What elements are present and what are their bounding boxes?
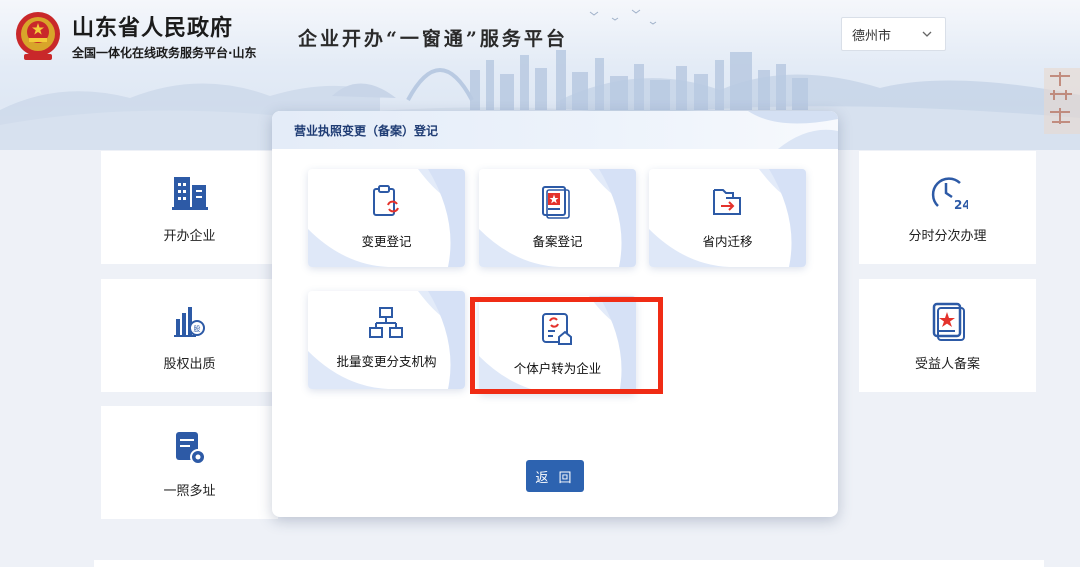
doc-home-refresh-icon bbox=[542, 313, 572, 345]
tile-label: 股权出质 bbox=[163, 357, 216, 372]
city-select-value: 德州市 bbox=[852, 28, 892, 44]
gov-subtitle: 全国一体化在线政务服务平台·山东 bbox=[72, 46, 257, 60]
org-tree-icon bbox=[369, 307, 403, 338]
option-label: 个体户转为企业 bbox=[513, 361, 602, 376]
equity-chart-icon: 股 bbox=[168, 299, 212, 343]
clock-24-icon: 24 bbox=[926, 171, 970, 215]
doc-gear-icon bbox=[168, 426, 212, 470]
svg-text:24: 24 bbox=[954, 198, 968, 212]
national-emblem-logo bbox=[16, 12, 60, 60]
chevron-down-icon bbox=[922, 31, 932, 37]
option-filing-registration[interactable]: 备案登记 bbox=[479, 169, 636, 267]
svg-text:股: 股 bbox=[193, 325, 200, 333]
tile-label: 分时分次办理 bbox=[908, 229, 987, 244]
option-intra-province-migration[interactable]: 省内迁移 bbox=[649, 169, 806, 267]
license-change-modal: 营业执照变更（备案）登记 变更登记 备案登记 省内迁移 批量变更分支机构 个体户… bbox=[272, 111, 838, 517]
option-label: 批量变更分支机构 bbox=[336, 354, 437, 369]
city-select[interactable]: 德州市 bbox=[841, 17, 946, 51]
header-swoosh-decoration bbox=[748, 111, 838, 149]
folder-arrow-icon bbox=[713, 189, 741, 215]
star-doc-icon bbox=[542, 186, 570, 219]
option-label: 省内迁移 bbox=[702, 234, 753, 249]
building-icon bbox=[168, 171, 212, 215]
modal-header: 营业执照变更（备案）登记 bbox=[272, 111, 838, 149]
gov-title: 山东省人民政府 bbox=[72, 16, 234, 41]
option-batch-branch-change[interactable]: 批量变更分支机构 bbox=[308, 291, 465, 389]
option-label: 变更登记 bbox=[361, 234, 412, 249]
option-individual-to-enterprise[interactable]: 个体户转为企业 bbox=[479, 296, 636, 394]
back-button[interactable]: 返 回 bbox=[526, 460, 584, 492]
tile-multi-address[interactable]: 一照多址 bbox=[101, 406, 278, 519]
tile-label: 受益人备案 bbox=[914, 357, 980, 372]
tile-start-business[interactable]: 开办企业 bbox=[101, 151, 278, 264]
footer-strip bbox=[94, 560, 1044, 567]
clipboard-refresh-icon bbox=[373, 185, 399, 216]
calligraphy-decoration bbox=[1044, 68, 1080, 134]
tile-label: 一照多址 bbox=[163, 484, 216, 499]
option-change-registration[interactable]: 变更登记 bbox=[308, 169, 465, 267]
option-label: 备案登记 bbox=[532, 234, 583, 249]
tile-label: 开办企业 bbox=[163, 229, 216, 244]
tile-timeshare[interactable]: 24 分时分次办理 bbox=[859, 151, 1036, 264]
modal-title: 营业执照变更（备案）登记 bbox=[294, 123, 439, 138]
tile-beneficiary-filing[interactable]: 受益人备案 bbox=[859, 279, 1036, 392]
platform-title: 企业开办“一窗通”服务平台 bbox=[298, 28, 568, 50]
tile-equity-pledge[interactable]: 股 股权出质 bbox=[101, 279, 278, 392]
star-certificate-icon bbox=[926, 299, 970, 343]
